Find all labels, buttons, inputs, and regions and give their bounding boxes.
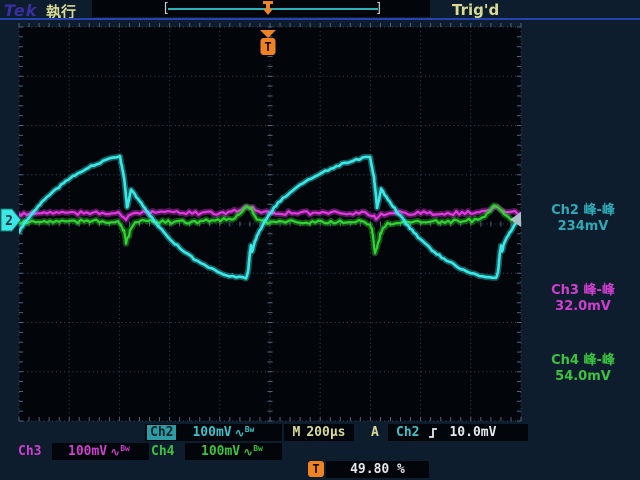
ch2-ground-marker: 2 xyxy=(0,208,22,232)
ch2-scale: 100mV xyxy=(192,425,232,440)
timebase-label: M xyxy=(292,425,301,440)
ch4-bandwidth-icon: Bw xyxy=(253,444,263,453)
record-right-bracket: ] xyxy=(375,1,383,16)
trigger-t-label: T xyxy=(264,40,271,54)
trigger-position-readout: 49.80 % xyxy=(326,461,429,478)
ch4-coupling-icon: ∿ xyxy=(243,444,254,459)
ch2-channel-badge: Ch2 xyxy=(147,425,177,440)
measurement-ch4-label: Ch4 峰-峰 xyxy=(551,353,615,368)
record-trigger-marker-icon xyxy=(262,1,274,16)
ch4-scale: 100mV xyxy=(201,444,241,459)
ch2-coupling-icon: ∿ xyxy=(234,425,245,440)
measurement-ch3-value: 32.0mV xyxy=(555,299,611,314)
trigger-source: Ch2 xyxy=(396,425,420,440)
ch3-scale: 100mV xyxy=(68,444,108,459)
top-separator-line xyxy=(0,18,640,20)
ch2-bandwidth-icon: Bw xyxy=(244,425,255,434)
trigger-position-t-label: T xyxy=(312,462,320,476)
timebase-value: 200µs xyxy=(306,425,346,440)
ch4-readout: 100mV ∿ Bw xyxy=(185,443,282,460)
measurement-ch4: Ch4 峰-峰 54.0mV xyxy=(528,353,638,385)
record-left-bracket: [ xyxy=(162,1,170,16)
rising-edge-icon xyxy=(429,427,438,438)
trigger-position-value: 49.80 % xyxy=(350,462,405,477)
ch3-bandwidth-icon: Bw xyxy=(120,444,130,453)
ch3-coupling-icon: ∿ xyxy=(110,444,121,459)
trigger-level: 10.0mV xyxy=(449,425,497,440)
measurement-ch2: Ch2 峰-峰 234mV xyxy=(528,203,638,235)
waveform-display: T 2 xyxy=(0,23,522,422)
measurement-ch3: Ch3 峰-峰 32.0mV xyxy=(528,283,638,315)
trigger-readout: Ch2 10.0mV xyxy=(388,424,528,441)
ch4-channel-label: Ch4 xyxy=(151,444,175,459)
ch2-ground-label: 2 xyxy=(5,214,13,229)
trigger-status: Trig'd xyxy=(452,1,500,19)
measurement-ch2-label: Ch2 峰-峰 xyxy=(551,203,615,218)
record-view-bar: [ ] xyxy=(92,0,430,17)
oscilloscope-screen: T 2 Tek 執行 [ ] Trig'd Ch2 峰-峰 234mV Ch3 … xyxy=(0,0,640,480)
trigger-mode: A xyxy=(371,425,379,440)
measurement-ch4-value: 54.0mV xyxy=(555,369,611,384)
measurement-ch3-label: Ch3 峰-峰 xyxy=(551,283,615,298)
timebase-readout: M 200µs xyxy=(284,424,354,441)
ch3-channel-label: Ch3 xyxy=(18,444,42,459)
ch3-readout: 100mV ∿ Bw xyxy=(52,443,149,460)
ch2-readout: Ch2 100mV ∿ Bw xyxy=(145,424,282,441)
trigger-position-t-badge: T xyxy=(308,461,324,477)
measurement-ch2-value: 234mV xyxy=(557,219,609,234)
